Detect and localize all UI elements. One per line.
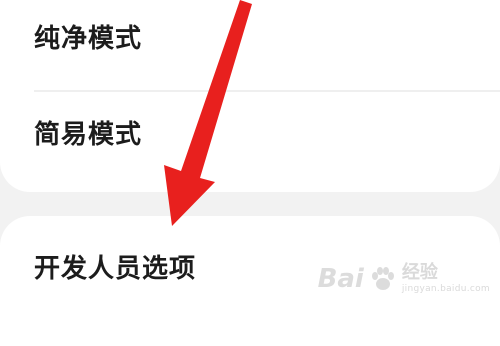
- settings-item-label: 纯净模式: [34, 24, 143, 54]
- watermark-text-cn: 经验: [401, 262, 438, 283]
- watermark-logo: Bai: [317, 264, 364, 294]
- settings-item-label: 简易模式: [34, 120, 143, 150]
- divider: [34, 90, 500, 92]
- paw-icon: [371, 267, 394, 290]
- baidu-jingyan-watermark: Bai 经验 jingyan.baidu.com: [318, 258, 490, 300]
- watermark-url: jingyan.baidu.com: [401, 284, 490, 294]
- settings-item-label: 开发人员选项: [34, 254, 197, 284]
- settings-item-pure-mode[interactable]: 纯净模式: [0, 26, 500, 52]
- settings-item-simple-mode[interactable]: 简易模式: [0, 122, 500, 148]
- watermark-text: 经验 jingyan.baidu.com: [402, 264, 490, 294]
